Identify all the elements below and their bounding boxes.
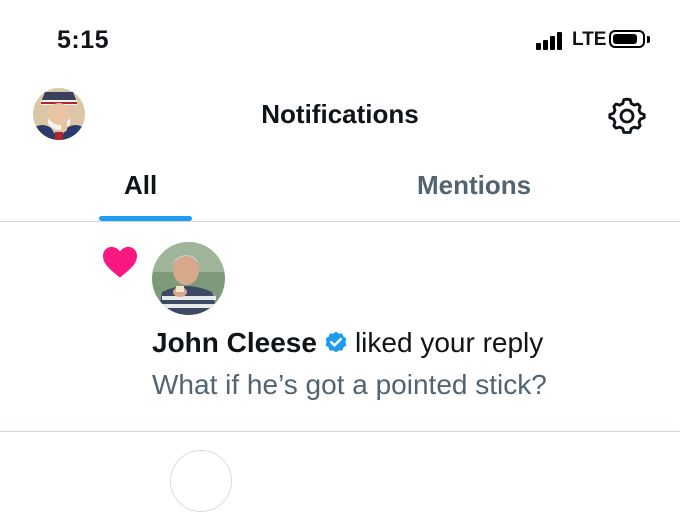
signal-strength-icon [536,32,568,50]
next-notification-avatar [170,450,232,512]
notification-line: John Cleese liked your reply [152,327,543,359]
tab-all[interactable]: All [124,170,157,201]
tab-mentions[interactable]: Mentions [417,170,531,201]
user-avatar[interactable] [152,242,225,315]
tabs-divider [0,221,680,222]
user-avatar-image [152,242,225,315]
battery-level [613,34,637,44]
network-type: LTE [572,29,607,50]
page-title: Notifications [261,99,419,129]
status-time: 5:15 [57,26,110,54]
gear-icon[interactable] [607,95,647,135]
notification-divider [0,431,680,432]
heart-icon [101,245,139,279]
user-name[interactable]: John Cleese [152,327,317,358]
battery-icon [609,30,645,48]
tweet-text[interactable]: What if he’s got a pointed stick? [152,369,547,401]
notification-action: liked your reply [354,327,544,358]
verified-badge-icon [323,330,349,356]
battery-cap [647,36,650,43]
